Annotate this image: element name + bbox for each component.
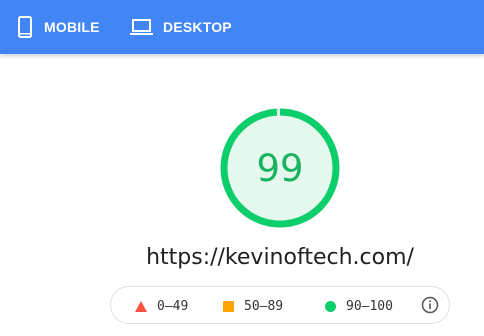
square-icon (223, 300, 234, 312)
circle-icon (325, 300, 336, 312)
tab-mobile[interactable]: MOBILE (18, 0, 100, 54)
laptop-icon (130, 18, 153, 36)
legend-fail: 0–49 (135, 287, 188, 325)
triangle-icon (135, 300, 147, 312)
legend-average: 50–89 (223, 287, 283, 325)
top-bar: MOBILE DESKTOP (0, 0, 484, 54)
page-url: https://kevinoftech.com/ (146, 245, 414, 270)
tab-mobile-label: MOBILE (44, 19, 100, 35)
phone-icon (18, 16, 32, 38)
tab-desktop[interactable]: DESKTOP (130, 0, 232, 54)
info-icon[interactable] (421, 296, 439, 314)
performance-score: 99 (256, 146, 304, 190)
legend-average-label: 50–89 (244, 298, 284, 314)
score-legend: 0–49 50–89 90–100 (110, 286, 450, 324)
performance-gauge: 99 (220, 108, 340, 228)
legend-pass: 90–100 (325, 287, 393, 325)
tab-desktop-label: DESKTOP (163, 19, 232, 35)
legend-pass-label: 90–100 (346, 298, 393, 314)
legend-fail-label: 0–49 (157, 298, 189, 314)
